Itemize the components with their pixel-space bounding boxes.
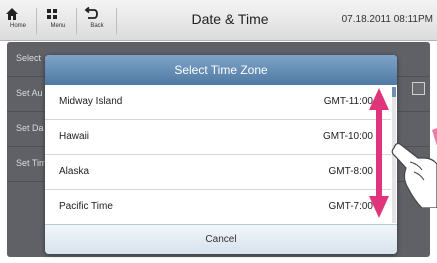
- back-arrow-icon: [84, 6, 98, 19]
- back-button[interactable]: Back: [83, 6, 111, 36]
- divider: [116, 8, 117, 34]
- home-button[interactable]: Home: [4, 6, 32, 36]
- time-zone-name: Pacific Time: [59, 201, 113, 212]
- time-zone-name: Alaska: [59, 166, 90, 177]
- scrollbar-thumb[interactable]: [392, 87, 396, 97]
- settings-row-label: Set Tim: [16, 158, 47, 168]
- home-icon: [6, 8, 18, 20]
- menu-grid-icon: [47, 9, 57, 19]
- settings-row-label: Set Au: [16, 88, 43, 98]
- list-item[interactable]: Hawaii GMT-10:00: [45, 120, 391, 155]
- divider: [76, 8, 77, 34]
- settings-row-label: Select: [16, 53, 42, 63]
- auto-checkbox[interactable]: [412, 82, 425, 95]
- time-zone-offset: GMT-10:00: [322, 131, 373, 142]
- time-zone-dialog: Select Time Zone Midway Island GMT-11:00…: [45, 55, 397, 254]
- settings-row-label: Set Da: [16, 123, 44, 133]
- list-item[interactable]: Alaska GMT-8:00: [45, 155, 391, 190]
- list-item[interactable]: Pacific Time GMT-7:00: [45, 190, 391, 225]
- double-arrow-icon: [369, 88, 389, 218]
- time-zone-list[interactable]: Midway Island GMT-11:00 Hawaii GMT-10:00…: [45, 85, 391, 225]
- time-zone-name: Hawaii: [59, 131, 90, 142]
- time-zone-offset: GMT-7:00: [328, 201, 373, 212]
- time-zone-offset: GMT-11:00: [323, 96, 373, 107]
- page-title: Date & Time: [191, 11, 269, 27]
- current-datetime: 07.18.2011 08:11PM: [341, 14, 433, 25]
- swipe-hand-icon: [391, 128, 437, 208]
- divider: [36, 8, 37, 34]
- time-zone-name: Midway Island: [59, 96, 123, 107]
- time-zone-offset: GMT-8:00: [328, 166, 373, 177]
- menu-button[interactable]: Menu: [44, 6, 72, 36]
- cancel-button[interactable]: Cancel: [45, 224, 397, 254]
- back-label: Back: [90, 23, 104, 29]
- menu-label: Menu: [50, 23, 66, 29]
- list-item[interactable]: Midway Island GMT-11:00: [45, 85, 391, 120]
- home-label: Home: [9, 23, 26, 29]
- top-bar: Home Menu Back Date & Time 07.18.2011 08…: [0, 0, 437, 41]
- dialog-title: Select Time Zone: [45, 55, 397, 85]
